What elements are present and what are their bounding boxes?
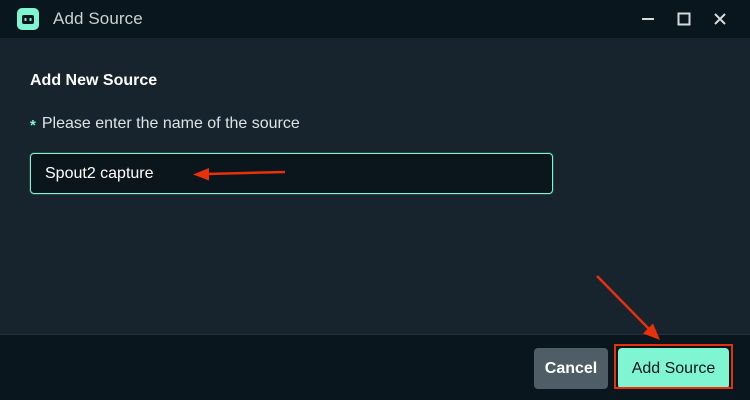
dialog-footer: Cancel Add Source [0,334,750,400]
close-button[interactable] [707,6,733,32]
robot-icon [22,15,34,24]
source-name-input[interactable] [30,153,553,194]
source-name-label: * Please enter the name of the source [30,115,300,134]
minimize-icon [642,18,654,20]
title-bar: Add Source [0,0,750,38]
maximize-icon [677,12,691,26]
minimize-button[interactable] [635,6,661,32]
app-icon [17,8,39,30]
required-marker: * [30,116,36,134]
maximize-button[interactable] [671,6,697,32]
dialog-content: Add New Source * Please enter the name o… [0,38,750,334]
window-title: Add Source [53,9,143,28]
close-icon [714,13,726,25]
source-name-label-text: Please enter the name of the source [41,115,300,132]
dialog-heading: Add New Source [30,72,158,89]
cancel-button[interactable]: Cancel [534,348,608,389]
add-source-button[interactable]: Add Source [618,348,729,389]
